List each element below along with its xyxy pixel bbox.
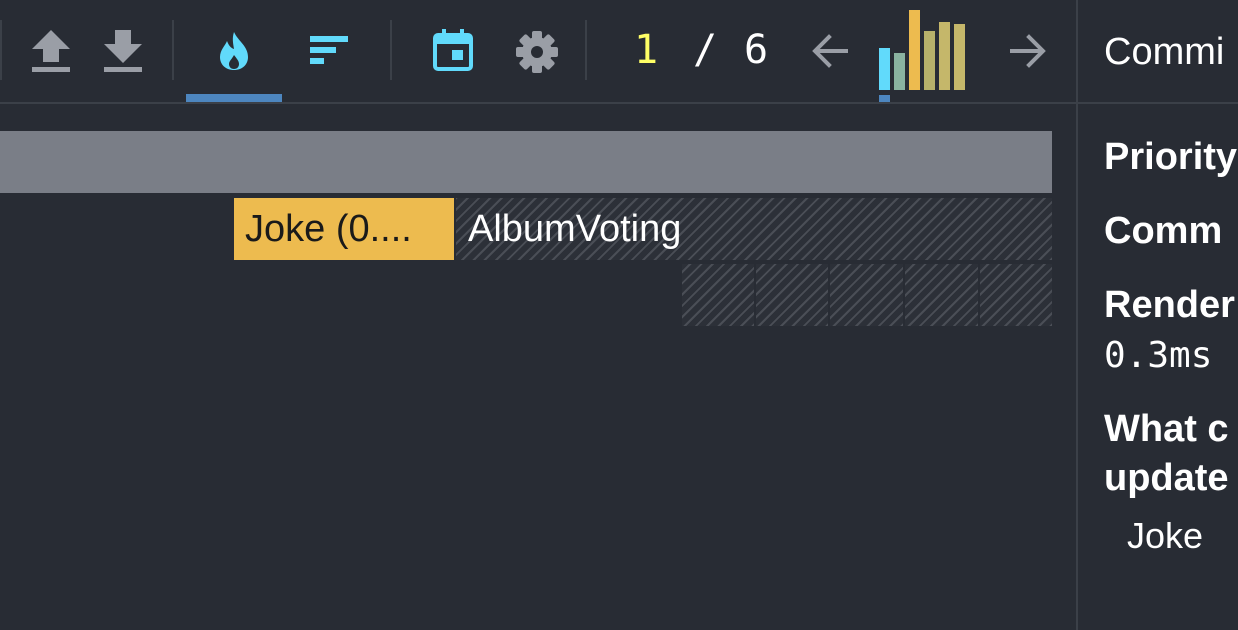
what-changed-label-line2: update [1104, 457, 1229, 499]
panel-title: Commi [1104, 31, 1225, 73]
commit-bar[interactable] [879, 48, 890, 90]
commit-bar[interactable] [954, 24, 965, 90]
toolbar-separator [172, 20, 174, 80]
panel-header-divider [1078, 102, 1238, 104]
total-commits-number: 6 [744, 27, 769, 73]
render-duration-value: 0.3ms [1104, 335, 1213, 376]
render-duration-label: Render [1104, 284, 1235, 326]
commit-bar[interactable] [909, 10, 920, 90]
commit-counter-separator: / [693, 27, 718, 73]
current-commit-number: 1 [634, 27, 659, 73]
flame-chart: Joke (0.... AlbumVoting [0, 104, 1076, 630]
committed-label: Comm [1104, 210, 1223, 252]
flame-node-child[interactable] [980, 264, 1052, 326]
flame-node-albumvoting[interactable]: AlbumVoting [456, 198, 1052, 260]
flame-node-child[interactable] [830, 264, 903, 326]
flame-node-root[interactable] [0, 131, 1052, 193]
commit-info-panel: Commi Priority Comm Render 0.3ms What c … [1078, 0, 1238, 630]
toolbar: 1 / 6 [0, 0, 1076, 103]
commit-bar[interactable] [939, 22, 950, 90]
what-changed-label: What c [1104, 408, 1229, 450]
download-icon[interactable] [102, 28, 144, 74]
calendar-icon[interactable] [433, 28, 473, 72]
arrow-left-icon[interactable] [812, 34, 848, 68]
flame-node-child[interactable] [905, 264, 978, 326]
flame-icon[interactable] [216, 30, 252, 72]
toolbar-separator [585, 20, 587, 80]
flame-tab-indicator [186, 94, 282, 102]
toolbar-separator [0, 20, 2, 80]
updater-item[interactable]: Joke [1127, 514, 1203, 558]
priority-label: Priority [1104, 136, 1238, 178]
gear-icon[interactable] [515, 30, 559, 74]
flame-node-child[interactable] [682, 264, 754, 326]
ranked-icon[interactable] [310, 36, 350, 66]
upload-icon[interactable] [30, 28, 72, 74]
toolbar-separator [390, 20, 392, 80]
commit-bar[interactable] [894, 53, 905, 90]
commit-bar[interactable] [924, 31, 935, 90]
flame-node-joke[interactable]: Joke (0.... [234, 198, 454, 260]
flame-node-child[interactable] [756, 264, 828, 326]
arrow-right-icon[interactable] [1010, 34, 1046, 68]
